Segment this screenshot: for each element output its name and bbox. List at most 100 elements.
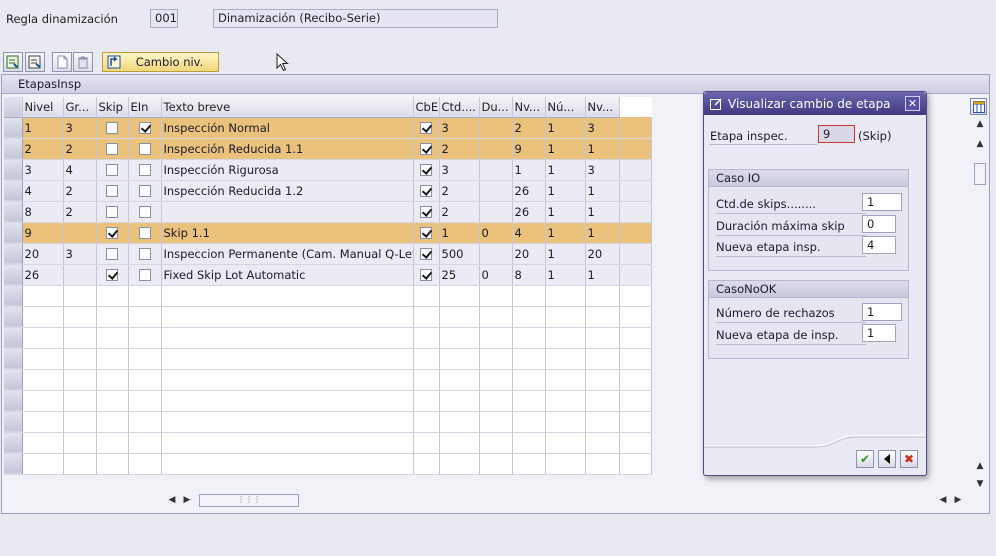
cbe-checkbox[interactable] [420, 122, 432, 134]
ein-checkbox[interactable] [138, 269, 151, 281]
cbe-checkbox[interactable] [420, 248, 432, 260]
ctd-skips-field[interactable]: 1 [862, 193, 902, 211]
regla-description-field[interactable]: Dinamización (Recibo-Serie) [213, 9, 498, 28]
ein-checkbox[interactable] [138, 206, 151, 218]
col-header-cbe[interactable]: CbE [413, 97, 440, 118]
row-selector[interactable] [4, 243, 23, 265]
ein-checkbox[interactable] [138, 227, 151, 239]
row-selector[interactable] [4, 264, 23, 286]
row-selector[interactable] [4, 117, 23, 139]
cbe-checkbox[interactable] [420, 185, 432, 197]
select-all-rows-cell[interactable] [4, 97, 23, 118]
table-row[interactable]: 8 2 2 26 1 1 [4, 201, 652, 223]
table-row[interactable]: 20 3 Inspeccion Permanente (Cam. Manual Q-… [4, 243, 652, 265]
ein-checkbox[interactable] [138, 164, 151, 176]
col-header-nivel[interactable]: Nivel [22, 97, 64, 118]
layout-settings-icon[interactable] [970, 98, 987, 115]
row-selector[interactable] [4, 201, 23, 223]
ein-checkbox[interactable] [138, 143, 151, 155]
col-header-skip[interactable]: Skip [96, 97, 129, 118]
skip-checkbox[interactable] [106, 206, 118, 218]
col-header-ein[interactable]: EIn [128, 97, 162, 118]
empty-cell [585, 411, 620, 433]
table-row[interactable]: 3 4 Inspección Rigurosa 3 1 1 3 [4, 159, 652, 181]
horizontal-scrollbar[interactable]: ◀ ▶ ⋮⋮⋮ ◀ ▶ [165, 493, 963, 507]
row-selector[interactable] [4, 285, 23, 307]
back-arrow-icon[interactable] [878, 450, 896, 468]
regla-code-field[interactable]: 001 [150, 9, 178, 28]
skip-checkbox[interactable] [106, 269, 118, 281]
row-selector[interactable] [4, 327, 23, 349]
duracion-field[interactable]: 0 [862, 215, 896, 233]
row-selector[interactable] [4, 432, 23, 454]
deselect-all-icon[interactable] [25, 52, 45, 72]
vertical-scroll-thumb[interactable] [974, 163, 986, 185]
table-row[interactable]: 9 Skip 1.1 1 0 4 1 1 [4, 222, 652, 244]
empty-cell [585, 327, 620, 349]
cell-nv1: 1 [512, 159, 546, 181]
cell-cbe [413, 180, 440, 202]
scroll-down-bottom-icon[interactable]: ▼ [973, 478, 987, 490]
cbe-checkbox[interactable] [420, 206, 432, 218]
dialog-title-bar[interactable]: Visualizar cambio de etapa ✕ [704, 92, 926, 115]
close-icon[interactable]: ✕ [905, 96, 920, 111]
horizontal-scroll-thumb[interactable]: ⋮⋮⋮ [199, 494, 299, 507]
empty-cell [63, 306, 97, 328]
ein-checkbox[interactable] [138, 122, 151, 134]
skip-checkbox[interactable] [106, 122, 118, 134]
ein-checkbox[interactable] [138, 248, 151, 260]
skip-checkbox[interactable] [106, 143, 118, 155]
cancel-x-icon[interactable]: ✖ [900, 450, 918, 468]
skip-checkbox[interactable] [106, 185, 118, 197]
cambio-nivel-button[interactable]: Cambio niv. [102, 52, 219, 72]
vertical-scrollbar[interactable]: ▲ ▲ ▲ ▼ [973, 118, 987, 493]
nueva-etapa-insp-field[interactable]: 1 [862, 324, 896, 342]
col-header-ctd[interactable]: Ctd.... [439, 97, 480, 118]
row-selector[interactable] [4, 348, 23, 370]
cbe-checkbox[interactable] [420, 227, 432, 239]
nueva-etapa-field[interactable]: 4 [862, 236, 896, 254]
skip-checkbox[interactable] [106, 164, 118, 176]
row-selector[interactable] [4, 411, 23, 433]
scroll-down-icon[interactable]: ▲ [973, 460, 987, 472]
scroll-left-icon[interactable]: ◀ [165, 494, 179, 506]
row-selector[interactable] [4, 390, 23, 412]
row-selector[interactable] [4, 138, 23, 160]
cbe-checkbox[interactable] [420, 269, 432, 281]
col-header-gr[interactable]: Gr... [63, 97, 97, 118]
select-all-icon[interactable] [3, 52, 23, 72]
table-row[interactable]: 2 2 Inspección Reducida 1.1 2 9 1 1 [4, 138, 652, 160]
row-selector[interactable] [4, 180, 23, 202]
scroll-up-icon[interactable]: ▲ [973, 138, 987, 150]
row-selector[interactable] [4, 306, 23, 328]
row-selector[interactable] [4, 159, 23, 181]
row-selector[interactable] [4, 453, 23, 475]
empty-cell [161, 306, 414, 328]
table-row[interactable]: 4 2 Inspección Reducida 1.2 2 26 1 1 [4, 180, 652, 202]
col-header-texto[interactable]: Texto breve [161, 97, 414, 118]
delete-icon[interactable] [73, 52, 93, 72]
row-selector[interactable] [4, 369, 23, 391]
skip-checkbox[interactable] [106, 248, 118, 260]
rechazos-field[interactable]: 1 [862, 303, 902, 321]
scroll-up-top-icon[interactable]: ▲ [973, 118, 987, 130]
table-row[interactable]: 1 3 Inspección Normal 3 2 1 3 [4, 117, 652, 139]
table-row[interactable]: 26 Fixed Skip Lot Automatic 25 0 8 1 1 [4, 264, 652, 286]
cbe-checkbox[interactable] [420, 164, 432, 176]
new-document-icon[interactable] [52, 52, 72, 72]
scroll-left-end-icon[interactable]: ◀ [936, 494, 950, 506]
cbe-checkbox[interactable] [420, 143, 432, 155]
etapa-suffix: (Skip) [858, 129, 892, 143]
skip-checkbox[interactable] [106, 227, 118, 239]
etapa-inspec-field[interactable]: 9 [818, 125, 855, 143]
col-header-nv2[interactable]: Nv... [585, 97, 620, 118]
col-header-du[interactable]: Du... [479, 97, 513, 118]
accept-check-icon[interactable]: ✔ [856, 450, 874, 468]
empty-cell [545, 285, 586, 307]
col-header-nv1[interactable]: Nv... [512, 97, 546, 118]
scroll-right-end-icon[interactable]: ▶ [951, 494, 965, 506]
ein-checkbox[interactable] [138, 185, 151, 197]
row-selector[interactable] [4, 222, 23, 244]
scroll-right-icon[interactable]: ▶ [180, 494, 194, 506]
col-header-nu[interactable]: Nú... [545, 97, 586, 118]
